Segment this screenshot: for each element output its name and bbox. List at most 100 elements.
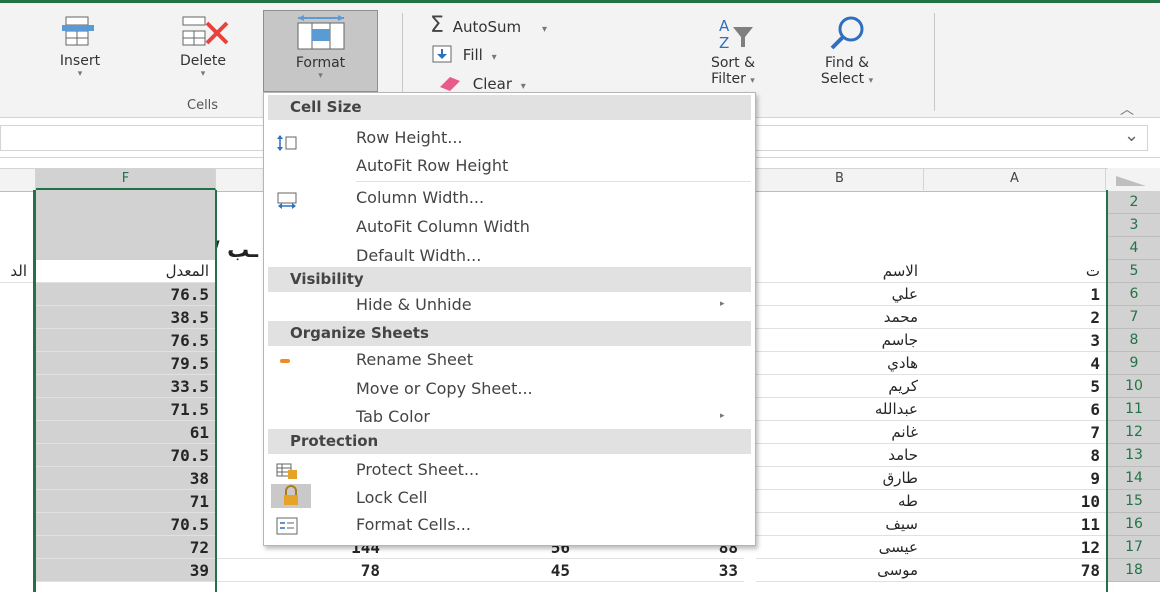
menu-item-autofit-row-height[interactable]: AutoFit Row Height (356, 152, 508, 179)
menu-item-autofit-column-width[interactable]: AutoFit Column Width (356, 213, 530, 240)
svg-text:A: A (719, 17, 730, 35)
cell-a-number[interactable]: 12 (924, 536, 1106, 559)
delete-label: Delete (180, 53, 226, 69)
cell-f-value[interactable]: 71 (36, 490, 215, 513)
row-header[interactable]: 9 (1108, 352, 1160, 375)
cell-b-name[interactable]: طارق (756, 467, 924, 490)
menu-item-protect-sheet[interactable]: Protect Sheet... (356, 456, 479, 483)
cell-b-name[interactable]: طه (756, 490, 924, 513)
select-all-corner[interactable] (1108, 168, 1160, 190)
cell-a-number[interactable]: 5 (924, 375, 1106, 398)
row-header[interactable]: 15 (1108, 490, 1160, 513)
menu-item-rename-sheet[interactable]: Rename Sheet (356, 346, 473, 373)
cell-b-name[interactable]: حامد (756, 444, 924, 467)
cell-b-name[interactable]: جاسم (756, 329, 924, 352)
tab-color-submenu-arrow: ▸ (720, 411, 725, 421)
cell-b5-header[interactable]: الاسم (756, 260, 924, 283)
find-select-label-1: Find & (824, 55, 870, 71)
menu-item-lock-cell[interactable]: Lock Cell (356, 484, 427, 511)
row-header[interactable]: 18 (1108, 559, 1160, 582)
cell-b-name[interactable]: عيسى (756, 536, 924, 559)
cell-b-name[interactable]: عبدالله (756, 398, 924, 421)
row-header[interactable]: 7 (1108, 306, 1160, 329)
row-header[interactable]: 8 (1108, 329, 1160, 352)
sort-filter-second-line: Filter ▾ (688, 71, 778, 87)
menu-item-default-width[interactable]: Default Width... (356, 242, 481, 269)
cell-a-number[interactable]: 10 (924, 490, 1106, 513)
cell-g5[interactable]: الد (0, 260, 33, 283)
cell-f-value[interactable]: 61 (36, 421, 215, 444)
row-header[interactable]: 2 (1108, 191, 1160, 214)
column-header-a[interactable]: A (924, 168, 1106, 190)
cell-a-number[interactable]: 1 (924, 283, 1106, 306)
magnifier-icon (830, 16, 864, 50)
cell-f-value[interactable]: 38 (36, 467, 215, 490)
autosum-button[interactable]: Σ AutoSum ▾ (430, 13, 547, 38)
cell-b-name[interactable]: غانم (756, 421, 924, 444)
cell-f-value[interactable]: 76.5 (36, 283, 215, 306)
format-button[interactable]: Format ▾ (263, 10, 378, 92)
row-header[interactable]: 3 (1108, 214, 1160, 237)
cell-f-value[interactable]: 72 (36, 536, 215, 559)
eraser-icon (440, 77, 460, 91)
hide-unhide-submenu-arrow: ▸ (720, 299, 725, 309)
cell-b-name[interactable]: كريم (756, 375, 924, 398)
row-header[interactable]: 13 (1108, 444, 1160, 467)
row-header[interactable]: 11 (1108, 398, 1160, 421)
menu-item-row-height[interactable]: Row Height... (356, 124, 463, 151)
cell-b-name[interactable]: موسى (756, 559, 924, 582)
cell-a-number[interactable]: 7 (924, 421, 1106, 444)
row-header[interactable]: 12 (1108, 421, 1160, 444)
cell-f-value[interactable]: 39 (36, 559, 215, 582)
cell-a-number[interactable]: 3 (924, 329, 1106, 352)
menu-item-tab-color[interactable]: Tab Color (356, 403, 430, 430)
cell-c-value[interactable]: 33 (576, 559, 744, 582)
section-visibility: Visibility (268, 267, 751, 292)
collapse-ribbon-icon[interactable]: ︿ (1120, 99, 1134, 119)
cell-f-value[interactable]: 76.5 (36, 329, 215, 352)
cell-a-number[interactable]: 8 (924, 444, 1106, 467)
expand-formula-bar-icon[interactable]: ⌄ (1124, 125, 1139, 146)
cell-f-value[interactable]: 71.5 (36, 398, 215, 421)
fill-button[interactable]: Fill ▾ (432, 45, 497, 64)
row-header[interactable]: 4 (1108, 237, 1160, 260)
cell-a-number[interactable]: 78 (924, 559, 1106, 582)
cell-f-value[interactable]: 70.5 (36, 444, 215, 467)
cell-f-value[interactable]: 38.5 (36, 306, 215, 329)
menu-item-move-copy-sheet[interactable]: Move or Copy Sheet... (356, 375, 533, 402)
cell-e-value[interactable]: 78 (216, 559, 386, 582)
cell-a5-header[interactable]: ت (924, 260, 1106, 283)
cell-b-name[interactable]: هادي (756, 352, 924, 375)
find-select-button[interactable]: Find & Select ▾ (792, 15, 902, 105)
column-header-g[interactable] (0, 168, 36, 190)
cell-a-number[interactable]: 6 (924, 398, 1106, 421)
autosum-dropdown-arrow: ▾ (541, 24, 547, 35)
cell-b-name[interactable]: محمد (756, 306, 924, 329)
insert-button[interactable]: Insert ▾ (44, 11, 116, 91)
menu-item-format-cells[interactable]: Format Cells... (356, 511, 471, 538)
row-header[interactable]: 14 (1108, 467, 1160, 490)
cell-f-value[interactable]: 70.5 (36, 513, 215, 536)
clear-button[interactable]: Clear ▾ (438, 75, 526, 93)
cell-b-name[interactable]: سيف (756, 513, 924, 536)
cell-f-value[interactable]: 33.5 (36, 375, 215, 398)
row-header[interactable]: 10 (1108, 375, 1160, 398)
row-header[interactable]: 17 (1108, 536, 1160, 559)
cell-a-number[interactable]: 11 (924, 513, 1106, 536)
cell-a-number[interactable]: 9 (924, 467, 1106, 490)
row-header[interactable]: 6 (1108, 283, 1160, 306)
column-header-f[interactable]: F (36, 168, 216, 190)
cell-a-number[interactable]: 4 (924, 352, 1106, 375)
column-header-b[interactable]: B (756, 168, 924, 190)
cell-b-name[interactable]: علي (756, 283, 924, 306)
delete-button[interactable]: Delete ▾ (158, 11, 248, 91)
cell-f-value[interactable]: 79.5 (36, 352, 215, 375)
menu-item-column-width[interactable]: Column Width... (356, 184, 484, 211)
cell-f5-header[interactable]: المعدل (36, 260, 215, 283)
cell-a-number[interactable]: 2 (924, 306, 1106, 329)
cell-d-value[interactable]: 45 (386, 559, 576, 582)
column-header-e[interactable] (216, 168, 264, 190)
row-header[interactable]: 5 (1108, 260, 1160, 283)
menu-item-hide-unhide[interactable]: Hide & Unhide (356, 291, 472, 318)
row-header[interactable]: 16 (1108, 513, 1160, 536)
